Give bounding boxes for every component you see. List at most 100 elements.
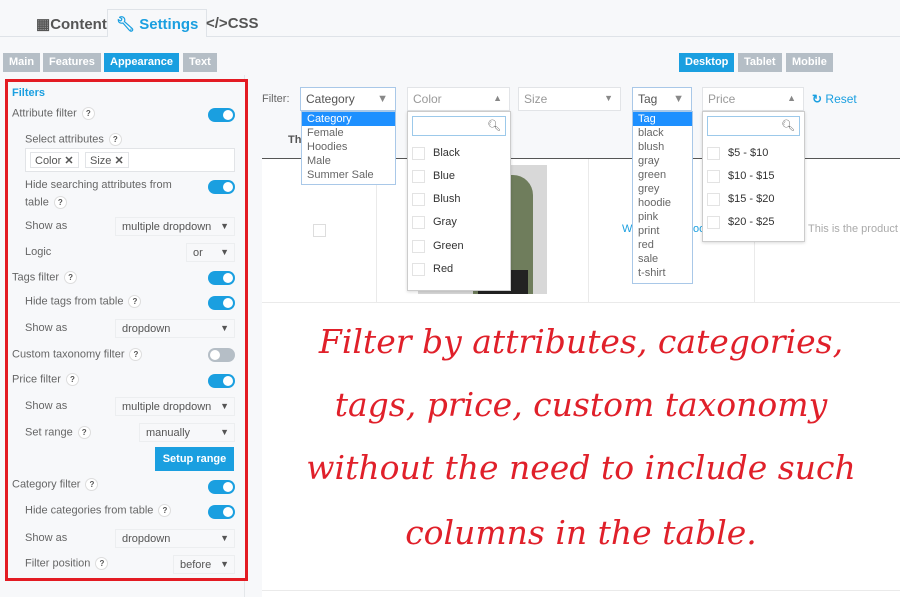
price-select[interactable]: Price ▲: [702, 87, 804, 111]
color-option[interactable]: Blue: [412, 169, 455, 183]
help-icon[interactable]: ?: [129, 348, 143, 361]
help-icon[interactable]: ?: [53, 196, 67, 209]
subtab-text[interactable]: Text: [183, 53, 217, 72]
hide-searching-label: Hide searching attributes from: [25, 179, 172, 191]
tag-option[interactable]: Tag: [633, 112, 692, 126]
tags-filter-toggle[interactable]: [208, 271, 235, 285]
hide-tags-toggle[interactable]: [208, 296, 235, 310]
color-option[interactable]: Gray: [412, 215, 457, 229]
tag-option[interactable]: pink: [633, 210, 692, 224]
help-icon[interactable]: ?: [77, 426, 91, 439]
tag-option[interactable]: gray: [633, 154, 692, 168]
subtab-main[interactable]: Main: [3, 53, 41, 72]
wrench-icon: 🔧︎: [116, 16, 136, 33]
size-select[interactable]: Size ▼: [518, 87, 621, 111]
overlay-line: tags, price, custom taxonomy: [334, 385, 828, 424]
subtab-features[interactable]: Features: [43, 53, 101, 72]
custom-taxonomy-label: Custom taxonomy filter?: [12, 348, 143, 361]
category-option[interactable]: Male: [302, 154, 395, 168]
tags-show-as-select[interactable]: dropdown ▼: [115, 319, 235, 338]
color-option[interactable]: Black: [412, 146, 460, 160]
setup-range-button[interactable]: Setup range: [155, 447, 234, 471]
price-option[interactable]: $5 - $10: [707, 146, 768, 160]
checkbox: [707, 192, 720, 206]
color-option[interactable]: Green: [412, 239, 464, 253]
category-option[interactable]: Hoodies: [302, 140, 395, 154]
search-icon: 🔍︎: [781, 120, 795, 132]
attribute-tag-color: Color ✕: [30, 152, 79, 168]
tag-option[interactable]: grey: [633, 182, 692, 196]
subtab-appearance[interactable]: Appearance: [104, 53, 179, 72]
help-icon[interactable]: ?: [85, 478, 99, 491]
reset-icon: ↻: [812, 92, 823, 106]
custom-taxonomy-toggle[interactable]: [208, 348, 235, 362]
set-range-label: Set range?: [25, 426, 91, 439]
attr-show-as-select[interactable]: multiple dropdown ▼: [115, 217, 235, 236]
category-option[interactable]: Summer Sale: [302, 168, 395, 182]
attribute-tag-size: Size ✕: [85, 152, 129, 168]
category-select[interactable]: Category ▼: [300, 87, 396, 111]
price-show-as-select[interactable]: multiple dropdown ▼: [115, 397, 235, 416]
tab-content[interactable]: ▦Content: [28, 10, 115, 37]
tab-settings[interactable]: 🔧︎ Settings: [107, 9, 208, 37]
caret-down-icon: ▼: [673, 93, 684, 105]
remove-icon[interactable]: ✕: [64, 155, 73, 167]
tag-option[interactable]: red: [633, 238, 692, 252]
help-icon[interactable]: ?: [81, 107, 95, 120]
remove-icon[interactable]: ✕: [114, 155, 123, 167]
checkbox: [412, 239, 425, 253]
color-option[interactable]: Red: [412, 262, 453, 276]
help-icon[interactable]: ?: [65, 373, 79, 386]
help-icon[interactable]: ?: [108, 133, 122, 146]
reset-button[interactable]: ↻ Reset: [812, 92, 857, 106]
help-icon[interactable]: ?: [95, 557, 109, 570]
filter-position-select[interactable]: before ▼: [173, 555, 235, 574]
category-options: Category Female Hoodies Male Summer Sale: [301, 111, 396, 185]
tag-option[interactable]: t-shirt: [633, 266, 692, 280]
category-filter-toggle[interactable]: [208, 480, 235, 494]
tag-option[interactable]: blush: [633, 140, 692, 154]
cat-show-as-select[interactable]: dropdown ▼: [115, 529, 235, 548]
checkbox: [412, 146, 425, 160]
device-tablet[interactable]: Tablet: [738, 53, 782, 72]
overlay-line: columns in the table.: [405, 513, 757, 552]
color-option[interactable]: Blush: [412, 192, 461, 206]
color-search-input[interactable]: 🔍︎: [412, 116, 506, 136]
row-checkbox[interactable]: [313, 224, 326, 237]
checkbox: [707, 146, 720, 160]
price-filter-toggle[interactable]: [208, 374, 235, 388]
table-header-text: Th: [288, 134, 302, 146]
caret-down-icon: ▼: [220, 559, 229, 569]
device-mobile[interactable]: Mobile: [786, 53, 833, 72]
help-icon[interactable]: ?: [158, 504, 172, 517]
caret-down-icon: ▼: [220, 323, 229, 333]
caret-down-icon: ▼: [220, 221, 229, 231]
attribute-filter-toggle[interactable]: [208, 108, 235, 122]
tag-option[interactable]: green: [633, 168, 692, 182]
grid-icon: ▦: [36, 16, 51, 33]
set-range-select[interactable]: manually ▼: [139, 423, 235, 442]
hide-searching-toggle[interactable]: [208, 180, 235, 194]
price-search-input[interactable]: 🔍︎: [707, 116, 800, 136]
category-option[interactable]: Female: [302, 126, 395, 140]
product-link[interactable]: W: [622, 223, 632, 235]
price-option[interactable]: $15 - $20: [707, 192, 774, 206]
attributes-multiselect[interactable]: Color ✕ Size ✕: [25, 148, 235, 172]
tab-css[interactable]: </>CSS: [198, 10, 267, 37]
tag-option[interactable]: hoodie: [633, 196, 692, 210]
color-select[interactable]: Color ▲: [407, 87, 510, 111]
checkbox: [412, 169, 425, 183]
device-desktop[interactable]: Desktop: [679, 53, 735, 72]
hide-categories-toggle[interactable]: [208, 505, 235, 519]
help-icon[interactable]: ?: [64, 271, 78, 284]
tag-option[interactable]: print: [633, 224, 692, 238]
category-option[interactable]: Category: [302, 112, 395, 126]
help-icon[interactable]: ?: [128, 295, 142, 308]
price-option[interactable]: $20 - $25: [707, 215, 774, 229]
tag-option[interactable]: sale: [633, 252, 692, 266]
tag-options: Tag black blush gray green grey hoodie p…: [632, 111, 693, 284]
tag-select[interactable]: Tag ▼: [632, 87, 692, 111]
price-option[interactable]: $10 - $15: [707, 169, 774, 183]
logic-select[interactable]: or ▼: [186, 243, 235, 262]
tag-option[interactable]: black: [633, 126, 692, 140]
